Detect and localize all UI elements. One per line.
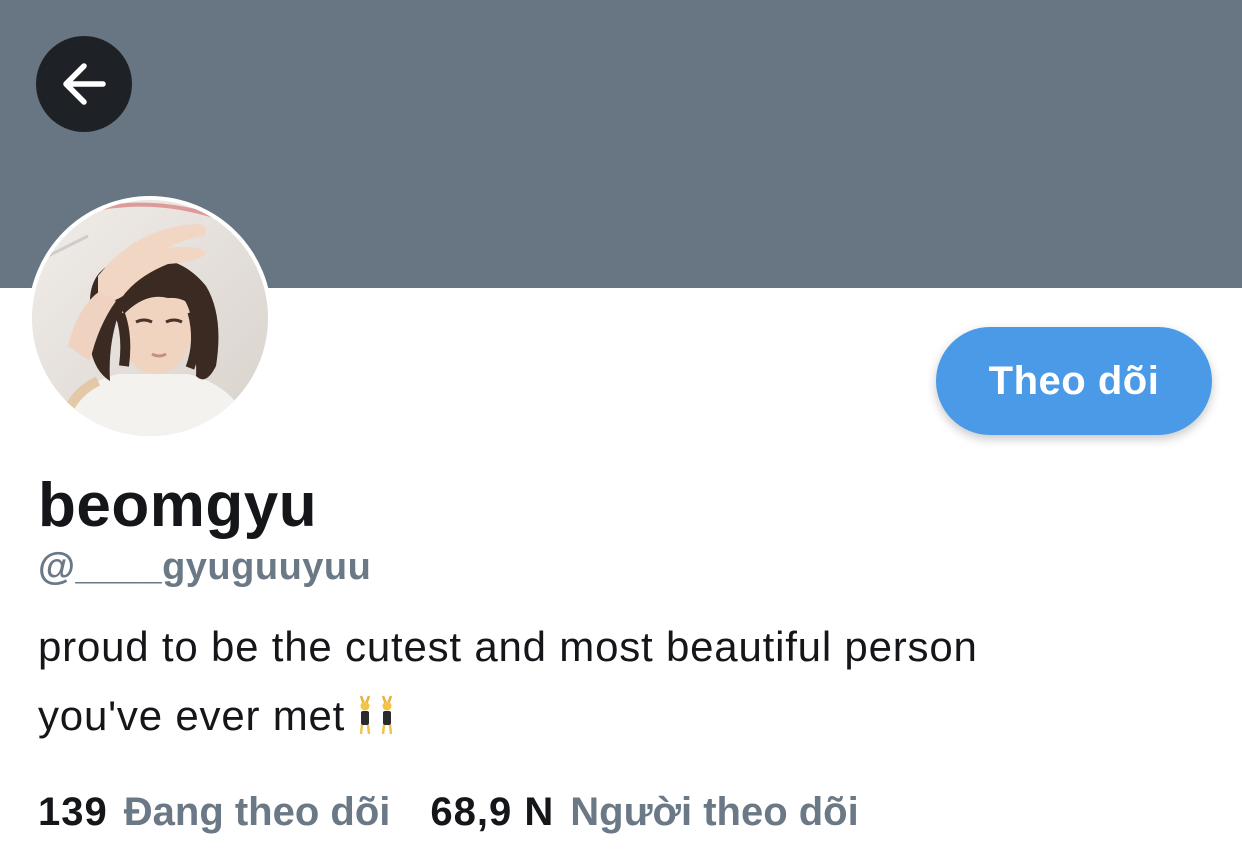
follow-button[interactable]: Theo dõi [936,327,1212,435]
avatar[interactable] [28,196,272,440]
following-label: Đang theo dõi [123,790,391,834]
bio-line-2: you've ever met [38,692,346,739]
user-handle: @____gyuguuyuu [38,546,372,588]
bio-line-1: proud to be the cutest and most beautifu… [38,623,978,670]
back-button[interactable] [36,36,132,132]
arrow-left-icon [63,63,106,105]
profile-stats: 139 Đang theo dõi 68,9 N Người theo dõi [38,790,859,835]
followers-count: 68,9 N [430,790,555,834]
women-with-bunny-ears-emoji [355,687,399,756]
avatar-photo [32,200,268,436]
followers-stat[interactable]: 68,9 N Người theo dõi [430,790,858,835]
following-count: 139 [38,790,108,834]
display-name: beomgyu [38,471,318,540]
bio: proud to be the cutest and most beautifu… [38,612,1198,756]
following-stat[interactable]: 139 Đang theo dõi [38,790,390,835]
followers-label: Người theo dõi [570,790,859,834]
